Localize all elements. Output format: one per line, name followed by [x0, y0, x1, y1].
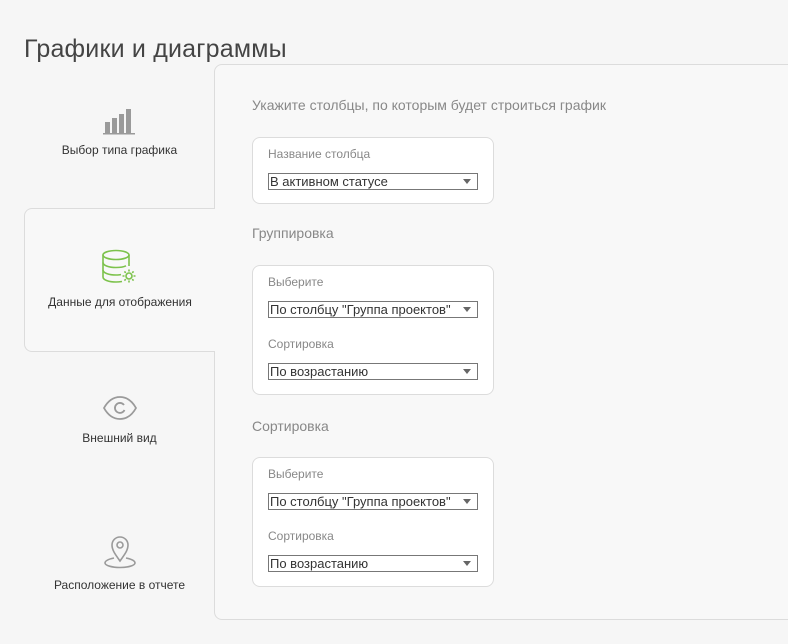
grouping-column-select[interactable]: По столбцу "Группа проектов" — [268, 301, 478, 318]
step-label: Выбор типа графика — [61, 143, 178, 157]
sorting-sort-select[interactable]: По возрастанию — [268, 555, 478, 572]
columns-section-title: Укажите столбцы, по которым будет строит… — [252, 97, 606, 113]
column-select[interactable]: В активном статусе — [268, 173, 478, 190]
grouping-column-value: По столбцу "Группа проектов" — [270, 302, 451, 317]
sorting-sort-value: По возрастанию — [270, 556, 369, 571]
sorting-select-label: Выберите — [268, 467, 324, 481]
step-placement[interactable]: Расположение в отчете — [24, 534, 215, 592]
sorting-column-value: По столбцу "Группа проектов" — [270, 494, 451, 509]
sorting-section-title: Сортировка — [252, 418, 329, 434]
chevron-down-icon — [463, 307, 471, 312]
chevron-down-icon — [463, 179, 471, 184]
grouping-sort-value: По возрастанию — [270, 364, 369, 379]
sorting-sort-label: Сортировка — [268, 529, 334, 543]
step-appearance[interactable]: Внешний вид — [24, 393, 215, 445]
grouping-sort-label: Сортировка — [268, 337, 334, 351]
step-label: Расположение в отчете — [53, 578, 186, 592]
bar-chart-icon — [102, 109, 135, 135]
page-title: Графики и диаграммы — [24, 34, 287, 63]
column-select-value: В активном статусе — [270, 174, 388, 189]
chevron-down-icon — [463, 561, 471, 566]
grouping-card: Выберите По столбцу "Группа проектов" Со… — [252, 265, 494, 395]
column-name-label: Название столбца — [268, 147, 371, 161]
step-label: Внешний вид — [82, 431, 157, 445]
step-chart-type[interactable]: Выбор типа графика — [24, 105, 215, 157]
sorting-column-select[interactable]: По столбцу "Группа проектов" — [268, 493, 478, 510]
step-data[interactable]: Данные для отображения — [24, 208, 215, 352]
columns-card: Название столбца В активном статусе — [252, 137, 494, 204]
grouping-select-label: Выберите — [268, 275, 324, 289]
database-gear-icon — [102, 249, 136, 283]
sorting-card: Выберите По столбцу "Группа проектов" Со… — [252, 457, 494, 587]
step-label: Данные для отображения — [48, 295, 192, 309]
grouping-sort-select[interactable]: По возрастанию — [268, 363, 478, 380]
chevron-down-icon — [463, 499, 471, 504]
chevron-down-icon — [463, 369, 471, 374]
location-pin-icon — [103, 536, 136, 569]
eye-icon — [102, 396, 137, 420]
grouping-section-title: Группировка — [252, 225, 334, 241]
